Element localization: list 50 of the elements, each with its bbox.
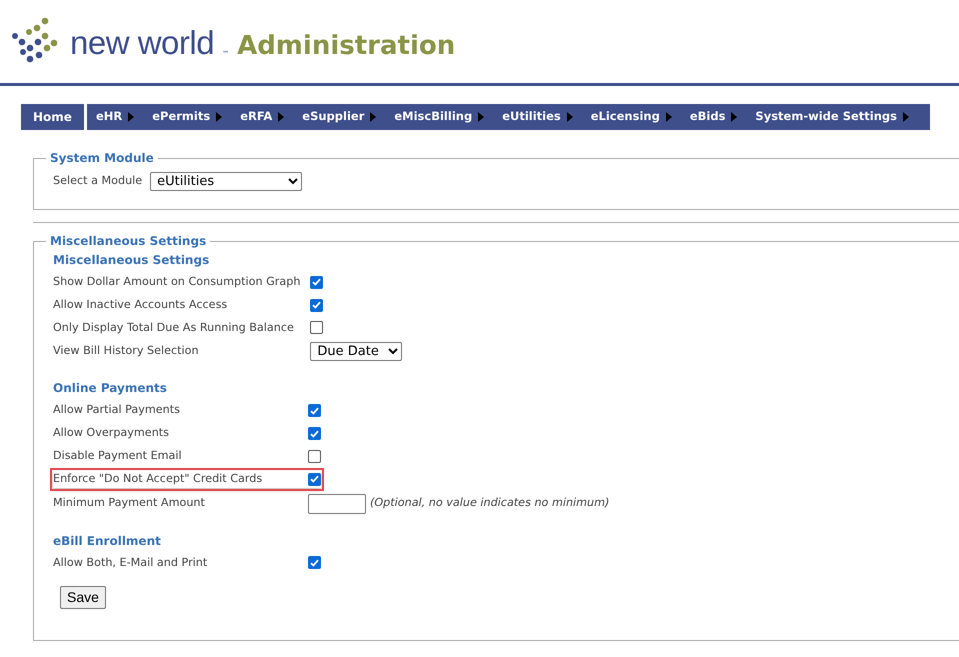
checkbox[interactable] bbox=[308, 450, 321, 463]
save-button[interactable]: Save bbox=[60, 586, 106, 610]
setting-label: Allow Partial Payments bbox=[53, 402, 181, 418]
brand-name: new world bbox=[70, 26, 214, 59]
checkbox[interactable] bbox=[310, 321, 324, 334]
checkbox[interactable] bbox=[308, 556, 321, 570]
setting-label: Disable Payment Email bbox=[53, 448, 183, 464]
submenu-arrow-icon bbox=[666, 112, 672, 122]
setting-label: Allow Overpayments bbox=[53, 425, 170, 442]
setting-label: Allow Both, E-Mail and Print bbox=[53, 554, 208, 571]
menu-item[interactable]: Home bbox=[21, 104, 84, 130]
fieldset-legend: System Module bbox=[46, 152, 158, 164]
menu-item[interactable]: eSupplier bbox=[293, 104, 386, 130]
checkbox[interactable] bbox=[308, 472, 321, 486]
menu-item[interactable]: eRFA bbox=[231, 104, 294, 130]
menu-item[interactable]: eLicensing bbox=[582, 104, 681, 130]
setting-label: View Bill History Selection bbox=[53, 343, 200, 360]
checkbox[interactable] bbox=[308, 404, 321, 418]
section-title: Online Payments bbox=[53, 380, 168, 398]
product-name: Administration bbox=[237, 33, 456, 59]
field-note: (Optional, no value indicates no minimum) bbox=[370, 495, 610, 512]
menu-item[interactable]: eUtilities bbox=[493, 104, 582, 130]
checkbox[interactable] bbox=[308, 427, 321, 440]
setting-label: Allow Inactive Accounts Access bbox=[53, 296, 228, 313]
setting-label: Only Display Total Due As Running Balance bbox=[53, 320, 295, 336]
section-title: Miscellaneous Settings bbox=[53, 252, 210, 269]
menu-item[interactable]: ePermits bbox=[143, 104, 232, 130]
setting-label: Show Dollar Amount on Consumption Graph bbox=[53, 274, 302, 290]
submenu-arrow-icon bbox=[478, 112, 484, 122]
menu-item[interactable]: eBids bbox=[680, 104, 746, 130]
menu-item[interactable]: eHR bbox=[86, 104, 144, 130]
submenu-arrow-icon bbox=[216, 112, 222, 122]
setting-label: Minimum Payment Amount bbox=[53, 495, 206, 512]
submenu-arrow-icon bbox=[278, 112, 284, 122]
dropdown-select[interactable]: Due Date bbox=[310, 342, 402, 362]
setting-label: Enforce "Do Not Accept" Credit Cards bbox=[53, 470, 264, 487]
input-field[interactable] bbox=[308, 494, 366, 514]
field-label: Select a Module bbox=[53, 173, 142, 190]
submenu-arrow-icon bbox=[370, 112, 376, 122]
fieldset-legend: Miscellaneous Settings bbox=[46, 235, 210, 247]
module-select[interactable]: eUtilities bbox=[150, 172, 302, 191]
submenu-arrow-icon bbox=[128, 112, 134, 122]
checkbox[interactable] bbox=[310, 298, 324, 312]
checkbox[interactable] bbox=[310, 276, 324, 289]
section-title: eBill Enrollment bbox=[53, 532, 162, 550]
submenu-arrow-icon bbox=[566, 112, 573, 122]
menu-item[interactable]: eMiscBilling bbox=[385, 104, 494, 130]
menu-item[interactable]: System-wide Settings bbox=[746, 104, 918, 130]
submenu-arrow-icon bbox=[902, 112, 909, 122]
submenu-arrow-icon bbox=[731, 112, 738, 122]
